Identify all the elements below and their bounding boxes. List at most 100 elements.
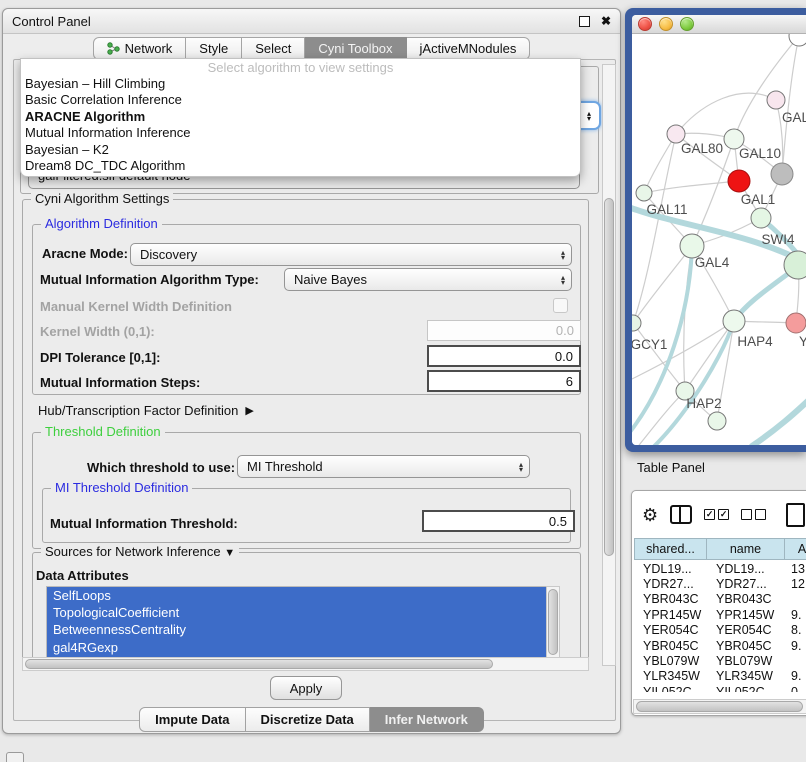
threshold-definition-title: Threshold Definition <box>41 424 165 439</box>
dpi-tolerance-field[interactable]: 0.0 <box>427 345 581 367</box>
mi-threshold-value: 0.5 <box>549 514 567 529</box>
table-row[interactable]: YDL19... YDL19... 13 <box>634 561 806 576</box>
mi-type-label: Mutual Information Algorithm Type: <box>40 272 259 287</box>
attributes-vscroll-thumb[interactable] <box>548 589 558 655</box>
settings-vertical-scrollbar[interactable] <box>602 64 616 666</box>
node-salmon[interactable] <box>786 313 806 333</box>
tab-infer-network-label: Infer Network <box>385 712 468 727</box>
attribute-item[interactable]: BetweennessCentrality <box>47 621 559 638</box>
node-bottom[interactable] <box>708 412 726 430</box>
table-body: YDL19... YDL19... 13 YDR27... YDR27... 1… <box>634 561 806 692</box>
table-row[interactable]: YER054C YER054C 8. <box>634 623 806 638</box>
tab-cyni-toolbox[interactable]: Cyni Toolbox <box>305 37 406 60</box>
mi-type-combo[interactable]: Naive Bayes ▴ ▾ <box>284 268 572 291</box>
settings-hscroll-thumb[interactable] <box>25 659 493 669</box>
cell-name: YDL19... <box>707 562 785 576</box>
control-panel-title: Control Panel <box>12 14 91 29</box>
cell-shared-name: YDL19... <box>634 562 707 576</box>
screen: Control Panel ✖ Network Style Se <box>0 0 806 762</box>
table-row[interactable]: YBR043C YBR043C <box>634 592 806 607</box>
unchecked-box-icon <box>755 509 766 520</box>
manual-kernel-checkbox[interactable] <box>553 298 568 313</box>
settings-vscroll-thumb[interactable] <box>604 198 614 556</box>
expander-down-icon[interactable]: ▼ <box>224 547 235 559</box>
settings-horizontal-scrollbar[interactable] <box>22 657 589 671</box>
table-row[interactable]: YLR345W YLR345W 9. <box>634 669 806 684</box>
which-threshold-combo[interactable]: MI Threshold ▴ ▾ <box>237 455 530 478</box>
dropdown-item[interactable]: Bayesian – K2 <box>21 142 580 158</box>
column-header-name[interactable]: name <box>707 538 785 560</box>
tab-discretize-data[interactable]: Discretize Data <box>246 707 370 732</box>
table-row[interactable]: YBR045C YBR045C 9. <box>634 638 806 653</box>
network-view-window[interactable]: GAL GAL80 GAL10 GAL1 GAL11 GAL4 SWI4 HAP… <box>625 8 806 452</box>
mac-minimize-button[interactable] <box>659 17 673 31</box>
tab-jactivemnodules[interactable]: jActiveMNodules <box>407 37 531 60</box>
select-all-checks-icon[interactable]: ✓ ✓ <box>704 509 729 520</box>
table-hscroll-thumb[interactable] <box>636 701 803 712</box>
tab-impute-data[interactable]: Impute Data <box>139 707 245 732</box>
node-gal-partial[interactable] <box>767 91 785 109</box>
attribute-item[interactable]: SelfLoops <box>47 587 559 604</box>
bottom-tab-bar: Impute Data Discretize Data Infer Networ… <box>3 707 620 732</box>
column-header-shared-name[interactable]: shared... <box>634 538 707 560</box>
apply-button[interactable]: Apply <box>270 676 342 700</box>
tab-network-label: Network <box>125 41 173 56</box>
node-gray[interactable] <box>771 163 793 185</box>
node-gal1[interactable] <box>751 208 771 228</box>
checked-box-icon: ✓ <box>718 509 729 520</box>
cell-shared-name: YBR045C <box>634 639 707 653</box>
cell-name: YER054C <box>707 623 785 637</box>
mac-close-button[interactable] <box>638 17 652 31</box>
cell-shared-name: YBL079W <box>634 654 707 668</box>
label-y-partial: Y <box>799 334 806 349</box>
mac-zoom-button[interactable] <box>680 17 694 31</box>
attribute-item[interactable]: TopologicalCoefficient <box>47 604 559 621</box>
table-horizontal-scrollbar[interactable] <box>633 699 806 714</box>
dropdown-item[interactable]: Basic Correlation Inference <box>21 92 580 108</box>
attributes-vertical-scrollbar[interactable] <box>546 586 560 660</box>
dropdown-item[interactable]: Mutual Information Inference <box>21 125 580 141</box>
table-row[interactable]: YBL079W YBL079W <box>634 653 806 668</box>
sources-title-text: Sources for Network Inference <box>45 544 221 559</box>
float-window-icon[interactable] <box>579 16 590 27</box>
deselect-all-checks-icon[interactable] <box>741 509 766 520</box>
node-hap4[interactable] <box>723 310 745 332</box>
label-hap2: HAP2 <box>686 396 721 411</box>
dropdown-item[interactable]: Dream8 DC_TDC Algorithm <box>21 158 580 174</box>
node-gcy1[interactable] <box>632 315 641 331</box>
kernel-width-value: 0.0 <box>556 323 574 338</box>
node-gal11[interactable] <box>636 185 652 201</box>
hub-definition-expander[interactable]: Hub/Transcription Factor Definition ▶ <box>38 403 254 418</box>
dropdown-item[interactable]: Bayesian – Hill Climbing <box>21 76 580 92</box>
gear-icon[interactable]: ⚙ <box>642 506 658 524</box>
tab-infer-network[interactable]: Infer Network <box>370 707 484 732</box>
tab-style[interactable]: Style <box>186 37 242 60</box>
table-row[interactable]: YDR27... YDR27... 12 <box>634 576 806 591</box>
node-red-selected[interactable] <box>728 170 750 192</box>
mi-threshold-field[interactable]: 0.5 <box>422 510 575 532</box>
which-threshold-label: Which threshold to use: <box>87 460 235 475</box>
table-panel: ⚙ ✓ ✓ shared... name A YDL19... YDL19...… <box>631 490 806 716</box>
column-header-partial[interactable]: A <box>785 538 806 560</box>
cell-name: YBR045C <box>707 639 785 653</box>
cyni-toolbox-pane: ▴ ▾ galFiltered.sif default node Select … <box>13 59 616 721</box>
column-layout-icon[interactable] <box>670 505 692 524</box>
document-icon[interactable] <box>786 503 805 527</box>
dropdown-item-selected[interactable]: ARACNE Algorithm <box>21 109 580 125</box>
attribute-item[interactable]: gal4RGexp <box>47 639 559 656</box>
table-row[interactable]: YPR145W YPR145W 9. <box>634 607 806 622</box>
close-icon[interactable]: ✖ <box>601 15 611 27</box>
label-gal-partial: GAL <box>782 110 806 125</box>
network-canvas[interactable]: GAL GAL80 GAL10 GAL1 GAL11 GAL4 SWI4 HAP… <box>632 34 806 445</box>
mi-steps-field[interactable]: 6 <box>427 370 581 392</box>
mi-threshold-label: Mutual Information Threshold: <box>50 516 238 531</box>
label-gcy1: GCY1 <box>632 337 667 352</box>
table-row-partial[interactable]: YIL052C YIL052C 0 <box>634 684 806 692</box>
algorithm-definition-title: Algorithm Definition <box>41 216 162 231</box>
tab-network[interactable]: Network <box>93 37 187 60</box>
panel-corner-button[interactable] <box>6 752 24 762</box>
aracne-mode-combo[interactable]: Discovery ▴ ▾ <box>130 243 572 266</box>
which-threshold-value: MI Threshold <box>247 459 323 474</box>
tab-select[interactable]: Select <box>242 37 305 60</box>
aracne-mode-value: Discovery <box>140 247 197 262</box>
